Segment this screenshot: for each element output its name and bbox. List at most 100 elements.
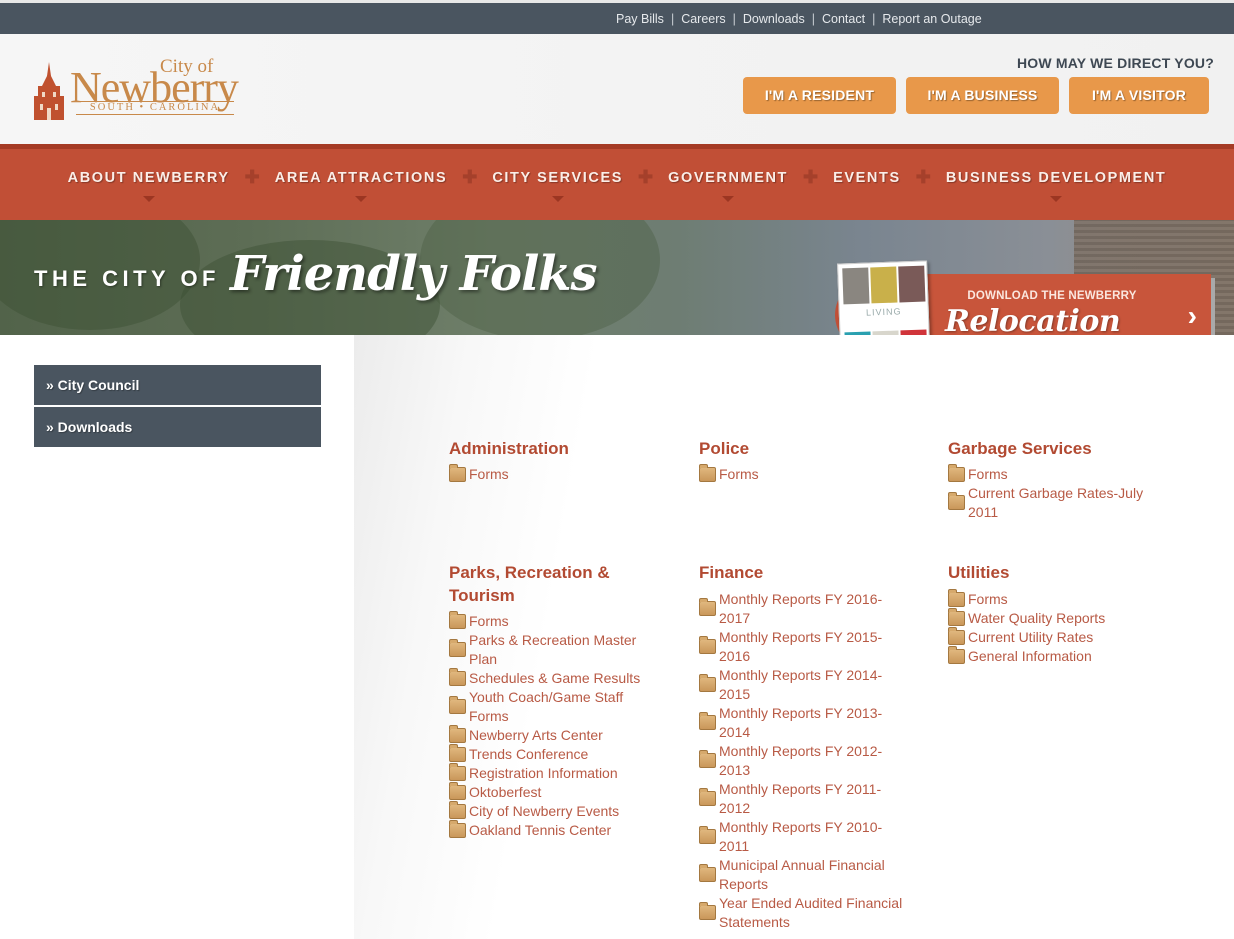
section-administration: Administration Forms xyxy=(449,437,664,484)
link-label: Monthly Reports FY 2014-2015 xyxy=(719,667,883,702)
folder-icon xyxy=(699,826,716,844)
nav-about-newberry[interactable]: ABOUT NEWBERRY xyxy=(68,170,230,202)
folder-icon xyxy=(699,598,716,616)
careers-link[interactable]: Careers xyxy=(681,12,725,26)
download-link[interactable]: Forms xyxy=(948,463,1163,484)
folder-icon xyxy=(699,788,716,806)
link-label: Registration Information xyxy=(469,765,618,781)
folder-icon xyxy=(699,864,716,882)
folder-icon xyxy=(699,712,716,730)
report-outage-link[interactable]: Report an Outage xyxy=(882,12,981,26)
download-link[interactable]: Municipal Annual Financial Reports xyxy=(699,856,911,894)
separator: | xyxy=(732,12,736,26)
folder-icon xyxy=(948,645,965,664)
download-link[interactable]: Monthly Reports FY 2016-2017 xyxy=(699,590,911,628)
folder-icon xyxy=(449,743,466,762)
section-parks-recreation-tourism: Parks, Recreation & Tourism Forms Parks … xyxy=(449,561,654,840)
business-button[interactable]: I'M A BUSINESS xyxy=(906,77,1059,114)
folder-icon xyxy=(449,696,466,714)
download-link[interactable]: Parks & Recreation Master Plan xyxy=(449,631,654,669)
download-link[interactable]: City of Newberry Events xyxy=(449,800,654,821)
link-label: Forms xyxy=(968,466,1008,482)
download-link[interactable]: Forms xyxy=(449,610,654,631)
nav-city-services[interactable]: CITY SERVICES xyxy=(492,170,623,202)
courthouse-tower-icon xyxy=(34,62,64,120)
download-link[interactable]: Registration Information xyxy=(449,762,654,783)
section-title: Administration xyxy=(449,439,569,458)
download-link[interactable]: Youth Coach/Game Staff Forms xyxy=(449,688,654,726)
section-title: Finance xyxy=(699,563,764,582)
plus-separator-icon: ✚ xyxy=(244,167,260,187)
resident-button[interactable]: I'M A RESIDENT xyxy=(743,77,896,114)
download-link[interactable]: Newberry Arts Center xyxy=(449,724,654,745)
nav-events[interactable]: EVENTS xyxy=(833,170,901,186)
download-link[interactable]: Monthly Reports FY 2012-2013 xyxy=(699,742,911,780)
utility-bar: Pay Bills | Careers | Downloads | Contact | Repo… xyxy=(0,0,1234,34)
relocation-small-text: DOWNLOAD THE NEWBERRY xyxy=(967,290,1137,302)
folder-icon xyxy=(948,463,965,482)
hero-script-text: Friendly Folks xyxy=(230,246,598,302)
link-label: Forms xyxy=(968,591,1008,607)
download-link[interactable]: Water Quality Reports xyxy=(948,607,1163,628)
caret-down-icon xyxy=(1050,195,1063,202)
visitor-button[interactable]: I'M A VISITOR xyxy=(1069,77,1209,114)
download-link[interactable]: Forms xyxy=(699,463,914,484)
link-label: Monthly Reports FY 2013-2014 xyxy=(719,705,883,740)
link-label: General Information xyxy=(968,648,1092,664)
caret-down-icon xyxy=(722,195,735,202)
download-link[interactable]: Forms xyxy=(449,463,664,484)
separator: | xyxy=(811,12,815,26)
link-label: Current Utility Rates xyxy=(968,629,1094,645)
nav-business-development[interactable]: BUSINESS DEVELOPMENT xyxy=(946,170,1167,202)
link-label: Forms xyxy=(469,466,509,482)
folder-icon xyxy=(449,762,466,781)
download-link[interactable]: Year Ended Audited Financial Statements xyxy=(699,894,911,932)
download-link[interactable]: Current Garbage Rates-July 2011 xyxy=(948,484,1163,522)
section-police: Police Forms xyxy=(699,437,914,484)
nav-area-attractions[interactable]: AREA ATTRACTIONS xyxy=(275,170,447,202)
folder-icon xyxy=(699,463,716,482)
link-label: Forms xyxy=(719,466,759,482)
section-title: Parks, Recreation & Tourism xyxy=(449,563,610,605)
download-link[interactable]: Oakland Tennis Center xyxy=(449,819,654,840)
brochure-photo xyxy=(898,265,926,303)
download-link[interactable]: Oktoberfest xyxy=(449,781,654,802)
plus-separator-icon: ✚ xyxy=(803,167,819,187)
download-link[interactable]: Schedules & Game Results xyxy=(449,667,654,688)
link-label: Municipal Annual Financial Reports xyxy=(719,857,885,892)
link-label: Water Quality Reports xyxy=(968,610,1106,626)
download-link[interactable]: Monthly Reports FY 2014-2015 xyxy=(699,666,911,704)
caret-down-icon xyxy=(142,195,155,202)
pay-bills-link[interactable]: Pay Bills xyxy=(616,12,664,26)
folder-icon xyxy=(699,636,716,654)
brochure-photo xyxy=(842,267,870,305)
section-title: Garbage Services xyxy=(948,439,1092,458)
nav-label: EVENTS xyxy=(833,169,901,186)
folder-icon xyxy=(948,588,965,607)
link-label: Oakland Tennis Center xyxy=(469,822,612,838)
city-logo[interactable]: City of Newberry SOUTH • CAROLINA xyxy=(34,56,244,124)
sidebar-item-downloads[interactable]: » Downloads xyxy=(34,407,321,447)
download-link[interactable]: Current Utility Rates xyxy=(948,626,1163,647)
download-link[interactable]: Monthly Reports FY 2010-2011 xyxy=(699,818,911,856)
section-utilities: Utilities Forms Water Quality Reports Cu… xyxy=(948,561,1163,666)
downloads-link[interactable]: Downloads xyxy=(743,12,805,26)
hero-lead-text: THE CITY OF xyxy=(34,266,220,291)
download-link[interactable]: General Information xyxy=(948,645,1163,666)
download-link[interactable]: Trends Conference xyxy=(449,743,654,764)
folder-icon xyxy=(449,667,466,686)
nav-government[interactable]: GOVERNMENT xyxy=(668,170,788,202)
folder-icon xyxy=(449,610,466,629)
plus-separator-icon: ✚ xyxy=(638,167,654,187)
main-navigation: ABOUT NEWBERRY ✚ AREA ATTRACTIONS ✚ CITY… xyxy=(0,144,1234,220)
sidebar-item-city-council[interactable]: » City Council xyxy=(34,365,321,405)
link-label: City of Newberry Events xyxy=(469,803,620,819)
download-link[interactable]: Forms xyxy=(948,588,1163,609)
folder-icon xyxy=(699,902,716,920)
download-link[interactable]: Monthly Reports FY 2011-2012 xyxy=(699,780,911,818)
section-title: Police xyxy=(699,439,750,458)
contact-link[interactable]: Contact xyxy=(822,12,865,26)
download-link[interactable]: Monthly Reports FY 2013-2014 xyxy=(699,704,911,742)
download-link[interactable]: Monthly Reports FY 2015-2016 xyxy=(699,628,911,666)
separator: | xyxy=(670,12,675,26)
